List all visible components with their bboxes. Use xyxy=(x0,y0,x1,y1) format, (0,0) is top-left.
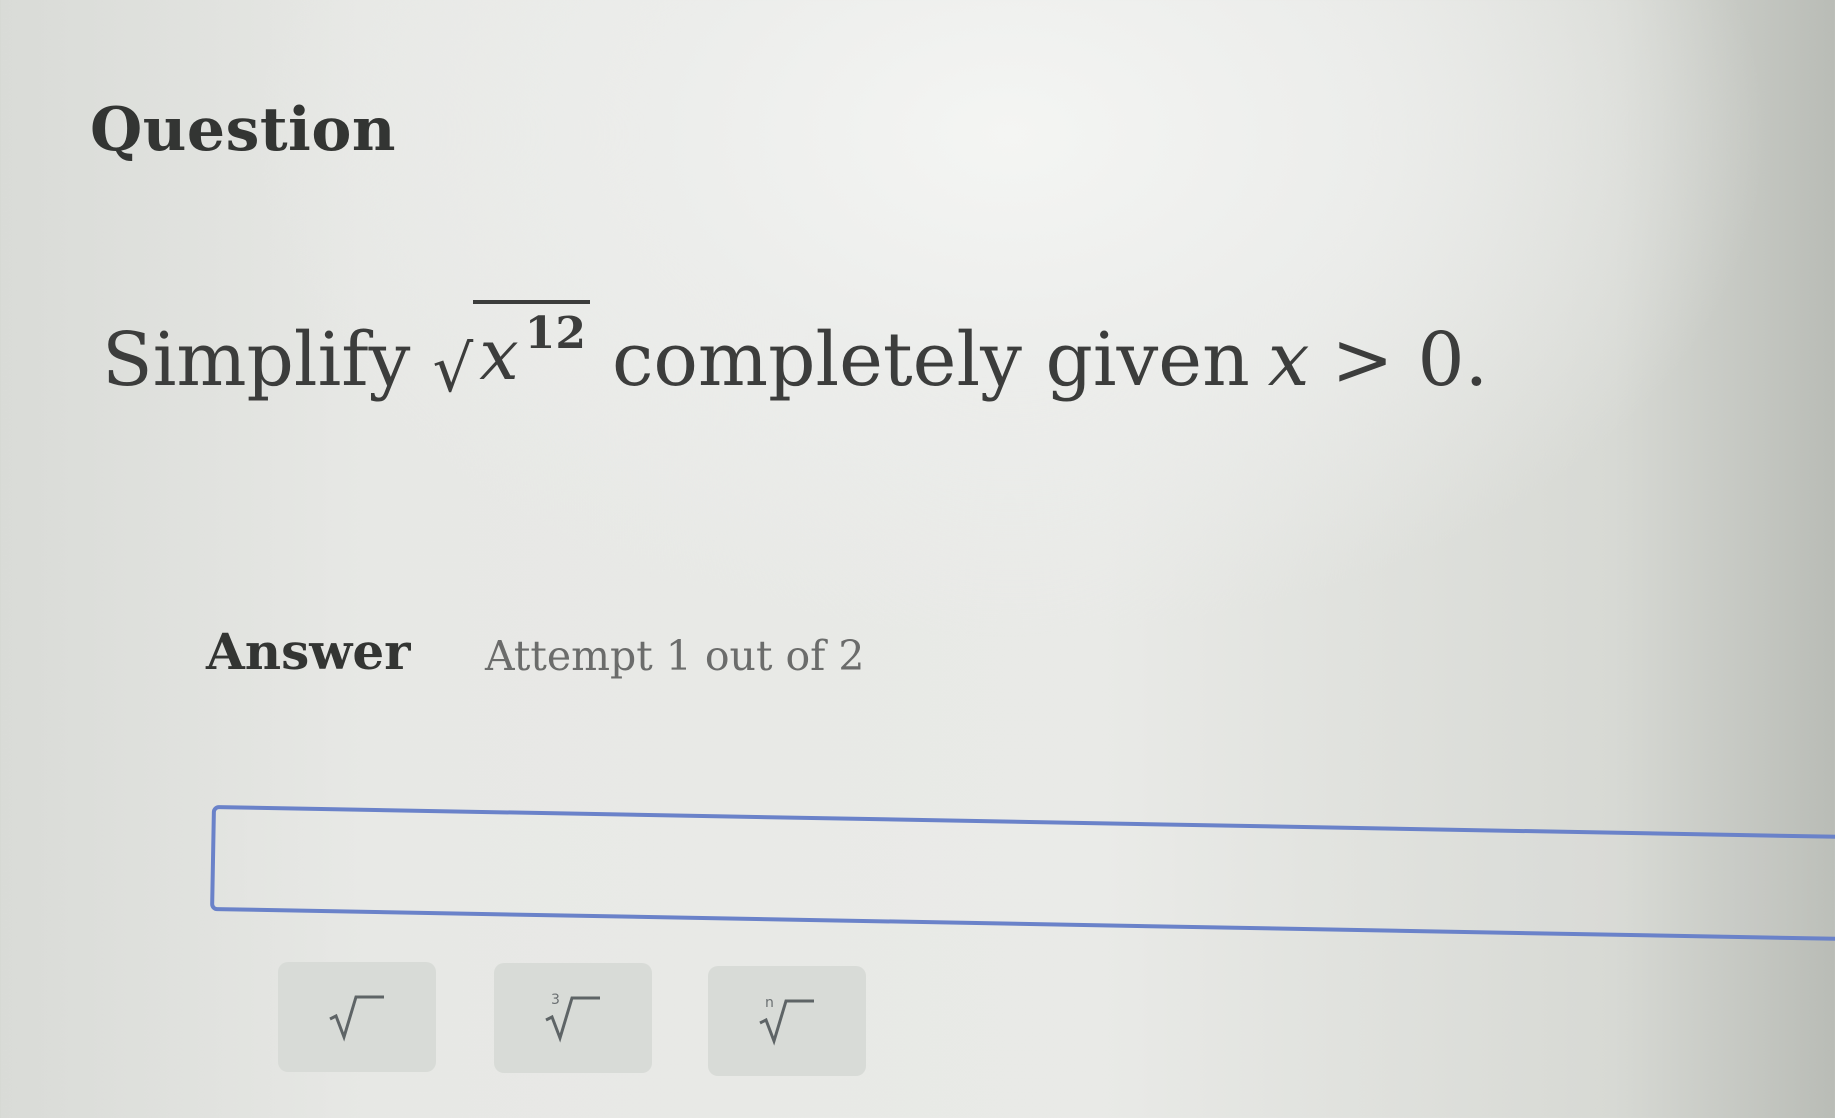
condition-variable: x xyxy=(1267,317,1310,403)
question-prompt: Simplify √ x 12 completely given x > 0. xyxy=(102,300,1488,403)
cube-root-index: 3 xyxy=(551,992,560,1008)
condition-value: 0. xyxy=(1417,317,1489,403)
cube-root-icon: 3 xyxy=(538,990,608,1046)
question-heading: Question xyxy=(90,95,396,165)
attempt-counter: Attempt 1 out of 2 xyxy=(485,632,865,680)
radicand-exponent: 12 xyxy=(524,308,586,359)
radicand: x 12 xyxy=(473,300,590,396)
nth-root-icon: n xyxy=(752,993,822,1049)
radical-sign-icon: √ xyxy=(432,333,474,407)
nth-root-index: n xyxy=(765,995,774,1011)
square-root-button[interactable] xyxy=(278,962,436,1072)
prompt-prefix: Simplify xyxy=(102,317,411,403)
cube-root-button[interactable]: 3 xyxy=(494,963,652,1073)
answer-input[interactable] xyxy=(210,805,1835,942)
radicand-base: x xyxy=(479,314,519,396)
square-root-icon xyxy=(322,989,392,1045)
nth-root-button[interactable]: n xyxy=(708,966,866,1076)
condition-operator: > xyxy=(1331,317,1394,403)
question-screen: Question Simplify √ x 12 completely give… xyxy=(0,0,1835,1118)
square-root-expression: √ x 12 xyxy=(432,300,590,402)
prompt-middle: completely given xyxy=(611,317,1250,403)
answer-heading: Answer xyxy=(206,622,411,681)
